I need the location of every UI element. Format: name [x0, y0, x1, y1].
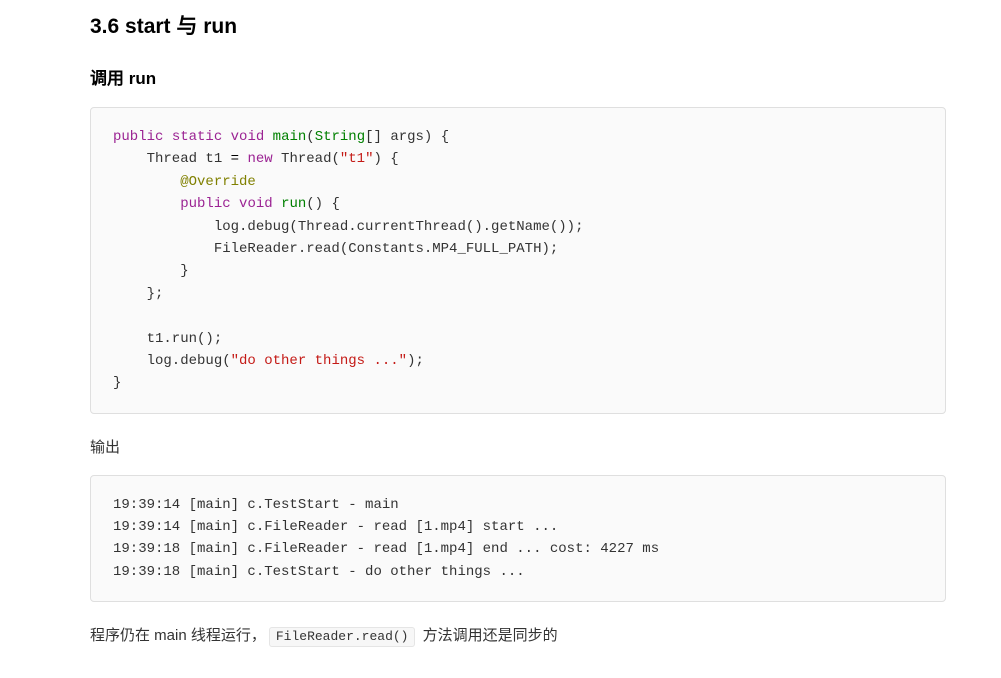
output-label: 输出: [90, 436, 946, 457]
section-subheading: 调用 run: [90, 64, 946, 89]
section-heading: 3.6 start 与 run: [90, 10, 946, 40]
document-content: 3.6 start 与 run 调用 run public static voi…: [0, 0, 1001, 648]
description-part1: 程序仍在 main 线程运行，: [90, 627, 266, 644]
code-block-output[interactable]: 19:39:14 [main] c.TestStart - main 19:39…: [90, 475, 946, 603]
code-block-java[interactable]: public static void main(String[] args) {…: [90, 107, 946, 414]
description-text: 程序仍在 main 线程运行，FileReader.read() 方法调用还是同…: [90, 624, 946, 648]
inline-code: FileReader.read(): [269, 627, 416, 647]
description-part2: 方法调用还是同步的: [418, 627, 557, 644]
